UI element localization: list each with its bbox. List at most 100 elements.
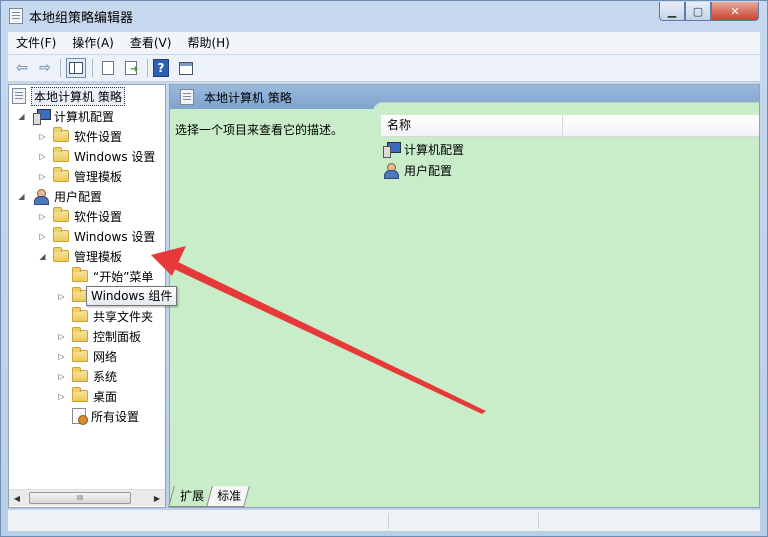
expand-triangle-icon[interactable]: ▷ bbox=[57, 346, 66, 366]
tree-item-user-windows-settings[interactable]: Windows 设置 bbox=[53, 226, 155, 246]
tree-item-shared-folders[interactable]: 共享文件夹 bbox=[72, 306, 153, 326]
tree-item-label: 管理模板 bbox=[74, 249, 123, 264]
list-item-label: 用户配置 bbox=[404, 163, 453, 178]
expand-triangle-icon[interactable]: ▷ bbox=[38, 146, 47, 166]
expand-triangle-icon[interactable]: ▷ bbox=[38, 166, 47, 186]
list-item-user-config[interactable]: 用户配置 bbox=[383, 160, 452, 180]
tree-item-label: 所有设置 bbox=[91, 409, 140, 424]
tree-item-user-admin-templates[interactable]: 管理模板 bbox=[53, 246, 122, 266]
tree-item-start-menu[interactable]: “开始”菜单 bbox=[72, 266, 153, 286]
app-window: 本地组策略编辑器 ▁ ▢ ✕ 文件(F) 操作(A) 查看(V) 帮助(H) ⇦… bbox=[0, 0, 768, 537]
export-list-icon[interactable] bbox=[121, 58, 141, 78]
tree-item-label: 共享文件夹 bbox=[93, 309, 154, 324]
menu-view[interactable]: 查看(V) bbox=[122, 33, 180, 53]
tree-item-root[interactable]: 本地计算机 策略 bbox=[12, 86, 125, 106]
tree-item-label: 本地计算机 策略 bbox=[31, 86, 125, 106]
tree-item-label: 系统 bbox=[93, 369, 118, 384]
expand-triangle-icon[interactable]: ▷ bbox=[57, 386, 66, 406]
tab-extended[interactable]: 扩展 bbox=[168, 486, 213, 507]
view-tabs: 标准 扩展 bbox=[168, 486, 369, 508]
policy-icon bbox=[12, 88, 26, 104]
show-action-pane-icon[interactable] bbox=[176, 58, 196, 78]
column-header-name[interactable]: 名称 bbox=[381, 115, 563, 136]
item-list: 名称 计算机配置 用户配置 bbox=[373, 102, 759, 507]
tree-item-label: 用户配置 bbox=[54, 189, 103, 204]
list-item-label: 计算机配置 bbox=[404, 142, 465, 157]
description-text: 选择一个项目来查看它的描述。 bbox=[175, 123, 344, 137]
help-icon[interactable]: ? bbox=[153, 59, 169, 77]
folder-icon bbox=[72, 307, 88, 322]
tree-item-control-panel[interactable]: 控制面板 bbox=[72, 326, 141, 346]
expand-triangle-icon[interactable]: ▷ bbox=[57, 366, 66, 386]
status-divider bbox=[388, 513, 389, 529]
title-bar[interactable]: 本地组策略编辑器 ▁ ▢ ✕ bbox=[1, 1, 767, 31]
menu-bar: 文件(F) 操作(A) 查看(V) 帮助(H) bbox=[8, 32, 760, 54]
scrollbar-thumb[interactable]: III bbox=[29, 492, 131, 504]
computer-icon bbox=[383, 142, 401, 158]
tree-horizontal-scrollbar[interactable]: ◀ III ▶ bbox=[9, 489, 165, 506]
collapse-triangle-icon[interactable]: ◢ bbox=[17, 186, 26, 206]
tree-item-label: “开始”菜单 bbox=[93, 269, 154, 284]
expand-triangle-icon[interactable]: ▷ bbox=[38, 226, 47, 246]
folder-icon bbox=[72, 347, 88, 362]
window-title: 本地组策略编辑器 bbox=[29, 11, 134, 26]
tree-item-label: 计算机配置 bbox=[54, 109, 115, 124]
user-icon bbox=[383, 162, 399, 179]
computer-icon bbox=[33, 109, 51, 125]
list-item-computer-config[interactable]: 计算机配置 bbox=[383, 139, 464, 159]
collapse-triangle-icon[interactable]: ◢ bbox=[17, 106, 26, 126]
console-tree-icon bbox=[69, 62, 83, 74]
tab-label: 扩展 bbox=[180, 489, 205, 503]
menu-action[interactable]: 操作(A) bbox=[64, 33, 122, 53]
folder-icon bbox=[72, 367, 88, 382]
list-header: 名称 bbox=[381, 115, 759, 137]
menu-help[interactable]: 帮助(H) bbox=[179, 33, 237, 53]
tree-item-label: 控制面板 bbox=[93, 329, 142, 344]
folder-icon bbox=[53, 127, 69, 142]
expand-triangle-icon[interactable]: ▷ bbox=[57, 326, 66, 346]
status-divider bbox=[538, 513, 539, 529]
details-header-title: 本地计算机 策略 bbox=[204, 90, 292, 105]
folder-icon bbox=[72, 267, 88, 282]
tree-item-label: 管理模板 bbox=[74, 169, 123, 184]
tree-item-label: Windows 设置 bbox=[74, 229, 156, 244]
expand-triangle-icon[interactable]: ▷ bbox=[57, 286, 66, 306]
tree-item-system[interactable]: 系统 bbox=[72, 366, 117, 386]
show-hide-tree-button[interactable] bbox=[66, 58, 86, 78]
user-icon bbox=[33, 188, 49, 205]
scroll-left-icon[interactable]: ◀ bbox=[9, 490, 25, 507]
minimize-button[interactable]: ▁ bbox=[659, 2, 685, 21]
collapse-triangle-icon[interactable]: ◢ bbox=[38, 246, 47, 266]
tree-item-desktop[interactable]: 桌面 bbox=[72, 386, 117, 406]
tree-item-label: 软件设置 bbox=[74, 209, 123, 224]
toolbar: ⇦ ⇨ ? bbox=[8, 55, 760, 82]
tree-item-software-settings[interactable]: 软件设置 bbox=[53, 126, 122, 146]
forward-arrow-icon[interactable]: ⇨ bbox=[35, 58, 55, 78]
tree-item-label: 桌面 bbox=[93, 389, 118, 404]
tree-item-label: 网络 bbox=[93, 349, 118, 364]
expand-triangle-icon[interactable]: ▷ bbox=[38, 126, 47, 146]
tree-item-label: 软件设置 bbox=[74, 129, 123, 144]
toolbar-separator bbox=[92, 59, 93, 77]
back-arrow-icon[interactable]: ⇦ bbox=[12, 58, 32, 78]
tree-item-network[interactable]: 网络 bbox=[72, 346, 117, 366]
close-button[interactable]: ✕ bbox=[711, 2, 759, 21]
details-pane: 本地计算机 策略 选择一个项目来查看它的描述。 名称 计算机配置 用户配置 bbox=[169, 84, 760, 508]
tree-item-admin-templates[interactable]: 管理模板 bbox=[53, 166, 122, 186]
folder-icon bbox=[53, 147, 69, 162]
tree-item-user-software-settings[interactable]: 软件设置 bbox=[53, 206, 122, 226]
menu-file[interactable]: 文件(F) bbox=[8, 33, 64, 53]
folder-icon bbox=[53, 227, 69, 242]
properties-page-icon[interactable] bbox=[98, 58, 118, 78]
maximize-button[interactable]: ▢ bbox=[685, 2, 711, 21]
scrollbar-grip: III bbox=[76, 494, 84, 502]
tree-item-windows-settings[interactable]: Windows 设置 bbox=[53, 146, 155, 166]
tree-item-computer-config[interactable]: 计算机配置 bbox=[33, 106, 114, 126]
policy-icon bbox=[180, 89, 194, 105]
tree-item-user-config[interactable]: 用户配置 bbox=[33, 186, 102, 206]
tree-item-all-settings[interactable]: 所有设置 bbox=[72, 406, 139, 426]
scroll-right-icon[interactable]: ▶ bbox=[149, 490, 165, 507]
expand-triangle-icon[interactable]: ▷ bbox=[38, 206, 47, 226]
tab-label: 标准 bbox=[217, 489, 242, 503]
folder-icon bbox=[53, 247, 69, 262]
